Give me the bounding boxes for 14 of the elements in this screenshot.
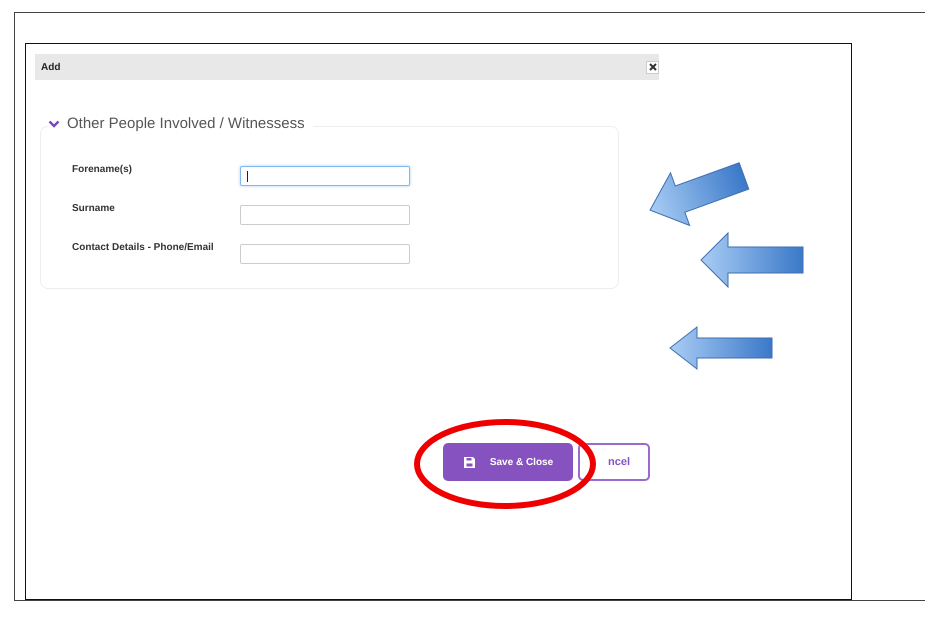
field-label: Surname (72, 203, 116, 214)
field-label: Contact Details - Phone/Email (72, 242, 215, 253)
save-button[interactable]: Save & Close (443, 443, 573, 481)
chevron-icon[interactable] (48, 120, 60, 128)
close-button[interactable] (646, 60, 659, 74)
section-title: Other People Involved / Witnessess (67, 115, 305, 132)
input-field[interactable] (240, 205, 410, 225)
dialog-title: Add (41, 62, 60, 72)
input-field[interactable] (240, 166, 410, 186)
input-field[interactable] (240, 244, 410, 264)
text-cursor (247, 170, 248, 182)
field-label: Forename(s) (72, 164, 134, 175)
close-icon (648, 63, 656, 71)
cancel-button[interactable]: ncel (578, 443, 650, 481)
